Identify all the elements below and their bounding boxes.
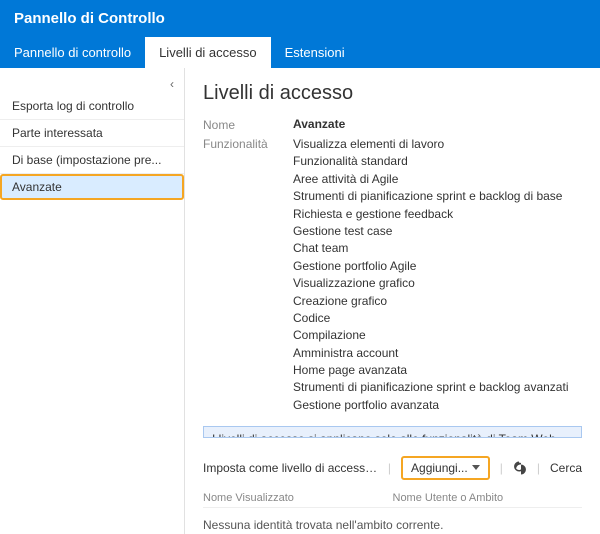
feature-item: Gestione portfolio Agile xyxy=(293,258,582,275)
feature-item: Visualizzazione grafico xyxy=(293,275,582,292)
page-heading: Livelli di accesso xyxy=(203,82,582,105)
feature-item: Strumenti di pianificazione sprint e bac… xyxy=(293,379,582,396)
col-user-scope[interactable]: Nome Utente o Ambito xyxy=(393,492,583,504)
feature-list: Visualizza elementi di lavoroFunzionalit… xyxy=(293,136,582,414)
sidebar-item-stakeholder[interactable]: Parte interessata xyxy=(0,120,184,147)
feature-item: Visualizza elementi di lavoro xyxy=(293,136,582,153)
sidebar: ‹ Esporta log di controllo Parte interes… xyxy=(0,68,185,534)
feature-item: Richiesta e gestione feedback xyxy=(293,206,582,223)
col-displayed-name[interactable]: Nome Visualizzato xyxy=(203,492,393,504)
separator: | xyxy=(537,461,540,475)
features-label: Funzionalità xyxy=(203,136,293,414)
feature-item: Funzionalità standard xyxy=(293,153,582,170)
collapse-sidebar-icon[interactable]: ‹ xyxy=(0,74,184,93)
main-panel: Livelli di accesso Nome Avanzate Funzion… xyxy=(185,68,600,534)
tab-extensions[interactable]: Estensioni xyxy=(271,37,359,68)
feature-item: Compilazione xyxy=(293,327,582,344)
feature-item: Strumenti di pianificazione sprint e bac… xyxy=(293,188,582,205)
search-link[interactable]: Cerca xyxy=(550,461,582,475)
info-box: I livelli di accesso si applicano solo a… xyxy=(203,426,582,438)
add-button[interactable]: Aggiungi... xyxy=(401,456,490,480)
tab-bar: Pannello di controllo Livelli di accesso… xyxy=(0,37,600,68)
feature-item: Gestione portfolio avanzata xyxy=(293,397,582,414)
sidebar-item-advanced[interactable]: Avanzate xyxy=(0,174,184,200)
feature-item: Home page avanzata xyxy=(293,362,582,379)
chevron-down-icon xyxy=(472,465,480,471)
feature-item: Gestione test case xyxy=(293,223,582,240)
sidebar-item-basic[interactable]: Di base (impostazione pre... xyxy=(0,147,184,174)
name-value: Avanzate xyxy=(293,117,582,132)
set-default-link[interactable]: Imposta come livello di accesso pre... xyxy=(203,461,378,475)
add-button-label: Aggiungi... xyxy=(411,461,468,475)
tab-access-levels[interactable]: Livelli di accesso xyxy=(145,37,271,68)
name-label: Nome xyxy=(203,117,293,132)
feature-item: Chat team xyxy=(293,240,582,257)
feature-item: Creazione grafico xyxy=(293,293,582,310)
app-title: Pannello di Controllo xyxy=(0,0,600,37)
feature-item: Aree attività di Agile xyxy=(293,171,582,188)
sidebar-item-export-log[interactable]: Esporta log di controllo xyxy=(0,93,184,120)
separator: | xyxy=(500,461,503,475)
tab-control-panel[interactable]: Pannello di controllo xyxy=(0,37,145,68)
grid-header: Nome Visualizzato Nome Utente o Ambito xyxy=(203,492,582,508)
refresh-icon[interactable] xyxy=(513,461,527,475)
feature-item: Codice xyxy=(293,310,582,327)
feature-item: Amministra account xyxy=(293,345,582,362)
separator: | xyxy=(388,461,391,475)
grid-empty-message: Nessuna identità trovata nell'ambito cor… xyxy=(203,508,582,534)
